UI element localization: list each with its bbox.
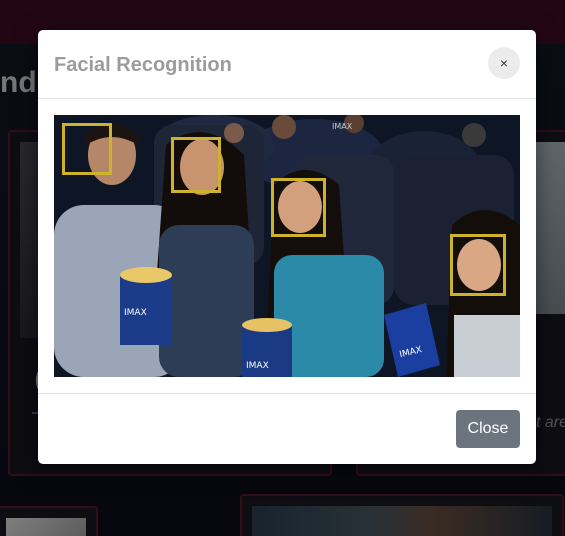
imax-badge: IMAX bbox=[332, 122, 353, 131]
face-detection-box bbox=[62, 123, 112, 175]
modal-header: Facial Recognition × bbox=[38, 30, 536, 99]
modal-body: IMAX IMAX IMAX IMAX bbox=[38, 99, 536, 393]
close-button[interactable]: Close bbox=[456, 410, 520, 448]
face-detection-box bbox=[171, 137, 221, 193]
modal-footer: Close bbox=[38, 393, 536, 464]
modal-title: Facial Recognition bbox=[54, 54, 232, 76]
recognition-photo: IMAX IMAX IMAX IMAX bbox=[54, 115, 520, 377]
facial-recognition-modal: Facial Recognition × IMAX IMAX IMAX IMAX… bbox=[38, 30, 536, 464]
imax-badge: IMAX bbox=[246, 361, 269, 371]
imax-badge: IMAX bbox=[124, 308, 147, 318]
face-detection-box bbox=[450, 234, 506, 296]
close-icon[interactable]: × bbox=[488, 47, 520, 79]
face-detection-box bbox=[271, 178, 326, 237]
